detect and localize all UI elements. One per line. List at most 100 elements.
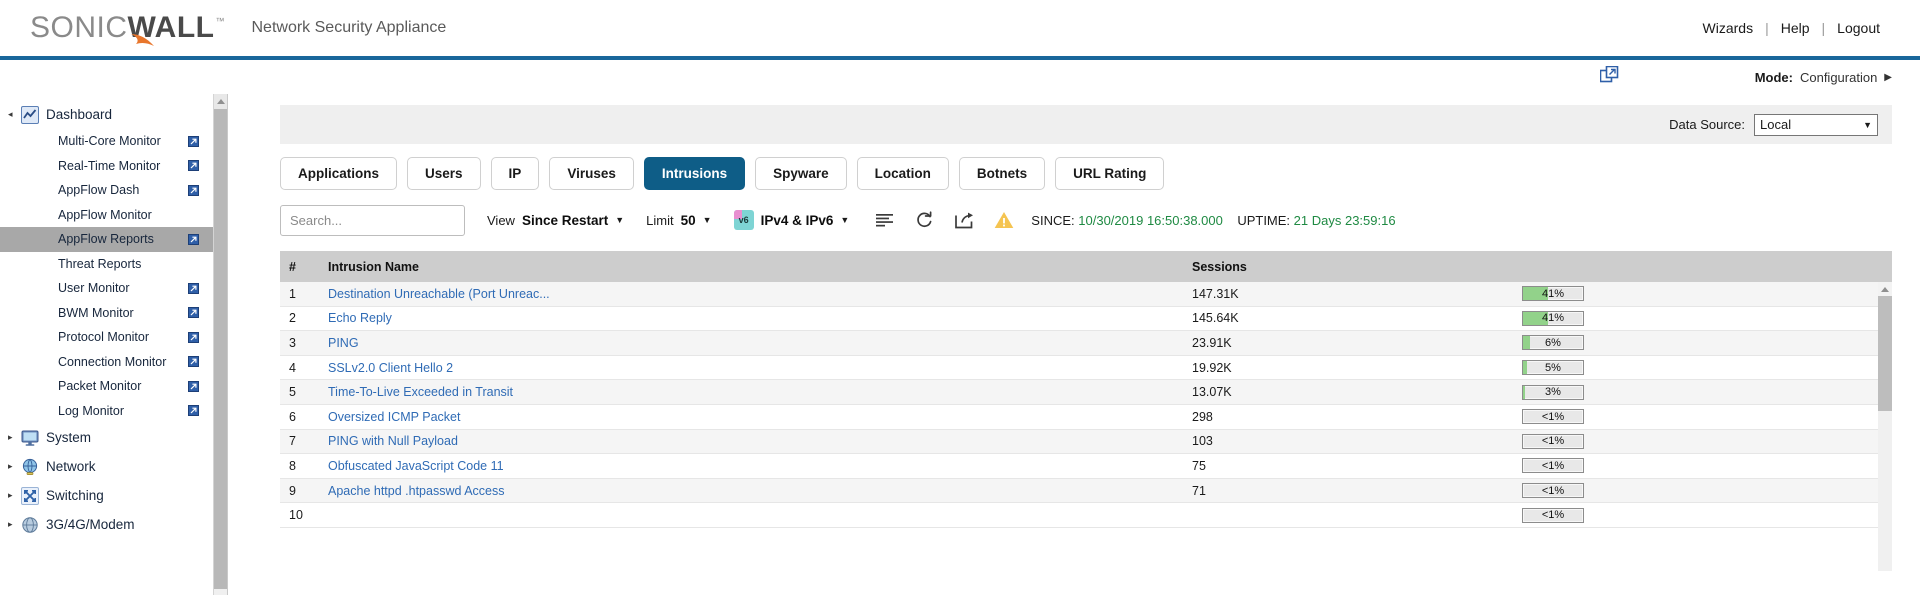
sidebar-group-3g-4g-modem[interactable]: ▸ 3G/4G/Modem [0,510,227,539]
tab-botnets[interactable]: Botnets [958,157,1046,190]
table-row[interactable]: 6 Oversized ICMP Packet 298 <1% [280,404,1892,430]
view-value[interactable]: Since Restart [522,213,608,228]
sidebar-item-multi-core-monitor[interactable]: Multi-Core Monitor [0,129,227,154]
intrusion-name-link[interactable]: Obfuscated JavaScript Code 11 [328,459,504,473]
intrusion-name-cell: Time-To-Live Exceeded in Transit [322,385,1192,399]
chevron-down-icon[interactable]: ◂ [8,109,20,120]
table-scrollbar[interactable] [1878,282,1892,571]
wizards-link[interactable]: Wizards [1691,20,1766,36]
sidebar-item-appflow-reports[interactable]: AppFlow Reports [0,227,227,252]
chevron-right-icon[interactable]: ▸ [8,432,20,443]
external-link-icon[interactable] [188,307,199,319]
sidebar-scroll-thumb[interactable] [214,109,227,589]
chevron-right-icon[interactable]: ▸ [8,519,20,530]
sidebar-item-user-monitor[interactable]: User Monitor [0,276,227,301]
percent-cell: 3% [1522,384,1892,400]
help-link[interactable]: Help [1769,20,1822,36]
table-scroll-up-icon[interactable] [1878,282,1892,296]
tab-intrusions[interactable]: Intrusions [643,157,746,190]
external-link-icon[interactable] [188,135,199,147]
warning-triangle-icon[interactable] [991,207,1017,233]
sidebar-group-switching[interactable]: ▸ Switching [0,481,227,510]
refresh-icon[interactable] [911,207,937,233]
sidebar-group-system[interactable]: ▸ System [0,423,227,452]
tab-applications[interactable]: Applications [280,157,398,190]
table-row[interactable]: 9 Apache httpd .htpasswd Access 71 <1% [280,478,1892,504]
chevron-right-icon[interactable]: ▸ [8,461,20,472]
table-row[interactable]: 1 Destination Unreachable (Port Unreac...… [280,282,1892,307]
tab-viruses[interactable]: Viruses [549,157,634,190]
external-link-icon[interactable] [188,233,199,245]
sidebar-item-connection-monitor[interactable]: Connection Monitor [0,350,227,375]
tab-ip[interactable]: IP [490,157,540,190]
sidebar-item-packet-monitor[interactable]: Packet Monitor [0,374,227,399]
external-link-icon[interactable] [188,405,199,417]
table-row[interactable]: 7 PING with Null Payload 103 <1% [280,429,1892,455]
mode-indicator[interactable]: Mode: Configuration ▶ [1755,70,1892,85]
logout-link[interactable]: Logout [1825,20,1892,36]
sessions-cell: 75 [1192,458,1206,473]
intrusion-name-link[interactable]: Oversized ICMP Packet [328,410,460,424]
intrusion-name-link[interactable]: PING [328,336,359,350]
sidebar-group-dashboard[interactable]: ◂ Dashboard [0,100,227,129]
sidebar-scrollbar[interactable] [213,94,227,595]
tab-spyware[interactable]: Spyware [755,157,847,190]
ip-version-chevron-down-icon[interactable]: ▼ [840,215,849,225]
sidebar-group-network[interactable]: ▸ Network [0,452,227,481]
tab-url-rating[interactable]: URL Rating [1055,157,1165,190]
external-link-icon[interactable] [188,380,199,392]
percent-label: <1% [1541,459,1565,472]
sidebar-item-threat-reports[interactable]: Threat Reports [0,252,227,277]
sidebar-item-protocol-monitor[interactable]: Protocol Monitor [0,325,227,350]
table-row[interactable]: 2 Echo Reply 145.64K 41% [280,306,1892,332]
sonicwall-logo[interactable]: SONIC WALL ™ [30,11,225,46]
sidebar-group-label: Dashboard [46,107,113,122]
chevron-right-icon[interactable]: ▸ [8,490,20,501]
limit-value[interactable]: 50 [681,213,696,228]
external-link-icon[interactable] [188,184,199,196]
ipv6-badge-icon[interactable]: v6 [733,210,754,230]
sidebar-item-real-time-monitor[interactable]: Real-Time Monitor [0,154,227,179]
sidebar-item-bwm-monitor[interactable]: BWM Monitor [0,301,227,326]
sidebar-item-label: Connection Monitor [58,354,167,369]
intrusion-name-link[interactable]: SSLv2.0 Client Hello 2 [328,361,453,375]
external-link-icon[interactable] [188,331,199,343]
percent-label: <1% [1541,435,1565,448]
monitor-screen-icon [20,428,39,447]
windows-popout-icon[interactable] [1599,65,1619,88]
intrusion-name-link[interactable]: PING with Null Payload [328,434,458,448]
sidebar-nav: ◂ Dashboard Multi-Core Monitor Real-Time Mo… [0,94,228,595]
tab-location[interactable]: Location [856,157,949,190]
mode-value: Configuration [1799,69,1878,85]
sidebar-item-label: Real-Time Monitor [58,158,161,173]
sidebar-item-log-monitor[interactable]: Log Monitor [0,399,227,424]
sidebar-scroll-up-icon[interactable] [214,94,227,109]
external-link-icon[interactable] [188,160,199,172]
table-row[interactable]: 5 Time-To-Live Exceeded in Transit 13.07K 3… [280,380,1892,405]
list-lines-icon[interactable] [871,207,897,233]
external-link-icon[interactable] [188,356,199,368]
ip-version-value[interactable]: IPv4 & IPv6 [761,213,834,228]
external-link-icon[interactable] [188,282,199,294]
export-share-icon[interactable] [951,207,977,233]
sidebar-item-appflow-dash[interactable]: AppFlow Dash [0,178,227,203]
table-row[interactable]: 8 Obfuscated JavaScript Code 11 75 <1% [280,454,1892,479]
intrusion-name-link[interactable]: Apache httpd .htpasswd Access [328,484,505,498]
search-input[interactable]: Search... [280,204,465,236]
table-row[interactable]: 4 SSLv2.0 Client Hello 2 19.92K 5% [280,355,1892,381]
intrusion-name-link[interactable]: Destination Unreachable (Port Unreac... [328,287,550,301]
search-placeholder: Search... [290,212,343,228]
data-source-select[interactable]: Local ▼ [1754,113,1878,136]
table-scroll-thumb[interactable] [1878,296,1892,411]
chevron-right-icon[interactable]: ▶ [1884,72,1892,83]
sidebar-group-label: 3G/4G/Modem [46,517,135,532]
sidebar-item-appflow-monitor[interactable]: AppFlow Monitor [0,203,227,228]
intrusion-name-link[interactable]: Time-To-Live Exceeded in Transit [328,385,513,399]
tab-users[interactable]: Users [407,157,481,190]
intrusion-name-link[interactable]: Echo Reply [328,311,392,325]
view-dropdown-chevron-down-icon[interactable]: ▼ [615,215,624,225]
sidebar-item-label: AppFlow Reports [58,232,154,247]
limit-dropdown-chevron-down-icon[interactable]: ▼ [703,215,712,225]
table-row[interactable]: 10 <1% [280,503,1892,528]
table-row[interactable]: 3 PING 23.91K 6% [280,331,1892,356]
